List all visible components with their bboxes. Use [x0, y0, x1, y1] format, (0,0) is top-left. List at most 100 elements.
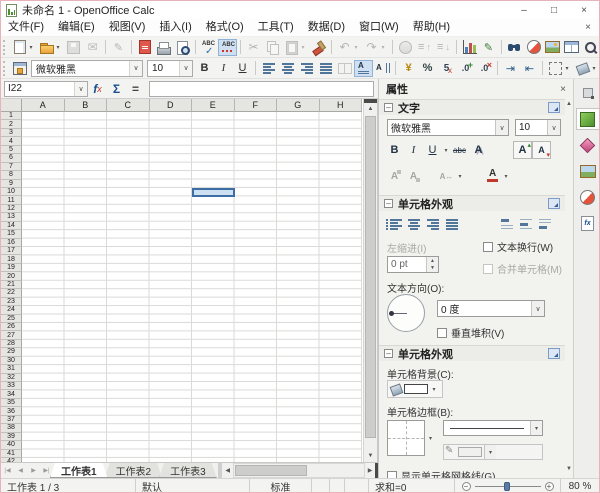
row-header-41[interactable]: 41: [1, 450, 22, 458]
align-top-button[interactable]: [497, 215, 516, 233]
section-header-alignment[interactable]: 单元格外观: [379, 195, 565, 211]
document-close-icon[interactable]: ×: [577, 22, 599, 33]
increase-indent-button[interactable]: [501, 60, 520, 77]
collapse-icon[interactable]: [384, 199, 393, 208]
minimize-button[interactable]: –: [509, 1, 539, 19]
row-header-12[interactable]: 12: [1, 205, 22, 213]
styles-and-formatting-button[interactable]: [10, 60, 29, 77]
zoom-slider-track[interactable]: [475, 482, 541, 491]
text-direction-top-to-bottom-button[interactable]: [373, 60, 392, 77]
chevron-down-icon[interactable]: ▾: [379, 44, 387, 51]
deck-tab-sidebar-settings[interactable]: [576, 82, 600, 104]
open-button[interactable]: ▾: [37, 39, 64, 56]
previous-sheet-button[interactable]: ◀: [14, 463, 27, 478]
menu-item-insert[interactable]: 插入(I): [152, 19, 198, 36]
insert-chart-button[interactable]: [460, 39, 479, 56]
bold-button[interactable]: B: [385, 141, 404, 159]
new-document-button[interactable]: ▾: [10, 39, 37, 56]
menu-item-help[interactable]: 帮助(H): [406, 19, 457, 36]
chevron-down-icon[interactable]: ▾: [54, 44, 62, 51]
deck-tab-properties[interactable]: [576, 108, 600, 130]
sum-button[interactable]: [107, 80, 126, 97]
bold-button[interactable]: B: [195, 60, 214, 77]
tab-area-splitter[interactable]: [218, 463, 222, 478]
row-header-9[interactable]: 9: [1, 180, 22, 188]
align-center-button[interactable]: [278, 60, 297, 77]
column-header-A[interactable]: A: [22, 99, 65, 112]
row-header-22[interactable]: 22: [1, 289, 22, 297]
row-header-11[interactable]: 11: [1, 196, 22, 204]
scroll-up-icon[interactable]: ▲: [364, 103, 377, 115]
row-header-25[interactable]: 25: [1, 315, 22, 323]
chevron-down-icon[interactable]: ∨: [129, 61, 142, 76]
panel-scroll-up-icon[interactable]: ▲: [566, 101, 572, 107]
row-header-26[interactable]: 26: [1, 323, 22, 331]
sidebar-close-icon[interactable]: ×: [560, 84, 566, 95]
print-button[interactable]: [154, 39, 173, 56]
chevron-down-icon[interactable]: ∨: [547, 120, 560, 135]
row-header-14[interactable]: 14: [1, 222, 22, 230]
row-header-20[interactable]: 20: [1, 272, 22, 280]
data-sources-button[interactable]: [562, 39, 581, 56]
column-header-H[interactable]: H: [320, 99, 363, 112]
more-options-icon[interactable]: [548, 348, 560, 359]
row-header-10[interactable]: 10: [1, 188, 22, 196]
row-header-23[interactable]: 23: [1, 298, 22, 306]
zoom-out-icon[interactable]: −: [462, 482, 471, 491]
chevron-down-icon[interactable]: ∨: [495, 120, 508, 135]
row-header-16[interactable]: 16: [1, 239, 22, 247]
underline-button[interactable]: U: [423, 141, 442, 159]
close-button[interactable]: ×: [569, 1, 599, 19]
row-header-36[interactable]: 36: [1, 407, 22, 415]
underline-button[interactable]: U: [233, 60, 252, 77]
chevron-down-icon[interactable]: ▾: [430, 386, 438, 393]
select-all-corner[interactable]: [1, 99, 22, 112]
function-button[interactable]: [126, 80, 145, 97]
deck-tab-functions[interactable]: [576, 212, 600, 234]
add-decimal-place-button[interactable]: [456, 60, 475, 77]
navigator-button[interactable]: [524, 39, 543, 56]
zoom-button[interactable]: [581, 39, 600, 56]
row-header-3[interactable]: 3: [1, 129, 22, 137]
row-header-30[interactable]: 30: [1, 357, 22, 365]
row-header-27[interactable]: 27: [1, 331, 22, 339]
column-header-E[interactable]: E: [192, 99, 235, 112]
number-format-currency-button[interactable]: [399, 60, 418, 77]
gallery-button[interactable]: [543, 39, 562, 56]
align-center-button[interactable]: [404, 215, 423, 233]
border-line-style-combo[interactable]: ▾: [443, 420, 543, 436]
export-pdf-button[interactable]: [135, 39, 154, 56]
row-header-40[interactable]: 40: [1, 441, 22, 449]
name-box[interactable]: I22 ∨: [4, 81, 88, 97]
show-gridlines-checkbox[interactable]: [387, 471, 397, 479]
stepper-down-icon[interactable]: ▼: [427, 265, 438, 273]
menu-item-tools[interactable]: 工具(T): [251, 19, 301, 36]
orientation-dial[interactable]: [387, 294, 425, 332]
row-header-18[interactable]: 18: [1, 255, 22, 263]
menu-item-edit[interactable]: 编辑(E): [51, 19, 102, 36]
align-bottom-button[interactable]: [535, 215, 554, 233]
row-header-13[interactable]: 13: [1, 213, 22, 221]
sidebar-font-name-combo[interactable]: 微软雅黑 ∨: [387, 119, 509, 136]
row-header-6[interactable]: 6: [1, 154, 22, 162]
row-header-19[interactable]: 19: [1, 264, 22, 272]
row-header-38[interactable]: 38: [1, 424, 22, 432]
decrease-font-size-button[interactable]: [532, 141, 551, 159]
font-name-combo[interactable]: 微软雅黑∨: [31, 60, 143, 77]
collapse-icon[interactable]: [384, 103, 393, 112]
toolbar-grip[interactable]: [3, 40, 7, 55]
panel-scroll-down-icon[interactable]: ▼: [566, 466, 572, 472]
chevron-down-icon[interactable]: ▾: [27, 44, 35, 51]
align-center-vertically-button[interactable]: [516, 215, 535, 233]
align-right-button[interactable]: [297, 60, 316, 77]
column-header-G[interactable]: G: [277, 99, 320, 112]
orientation-degrees-combo[interactable]: 0 度 ∨: [437, 300, 545, 317]
chevron-down-icon[interactable]: ▾: [590, 65, 598, 72]
row-header-39[interactable]: 39: [1, 433, 22, 441]
row-header-15[interactable]: 15: [1, 230, 22, 238]
section-header-text[interactable]: 文字: [379, 99, 565, 115]
formula-input[interactable]: [149, 81, 374, 97]
zoom-slider[interactable]: − +: [455, 479, 561, 493]
chevron-down-icon[interactable]: ∨: [531, 301, 544, 316]
chevron-down-icon[interactable]: ▾: [299, 44, 307, 51]
